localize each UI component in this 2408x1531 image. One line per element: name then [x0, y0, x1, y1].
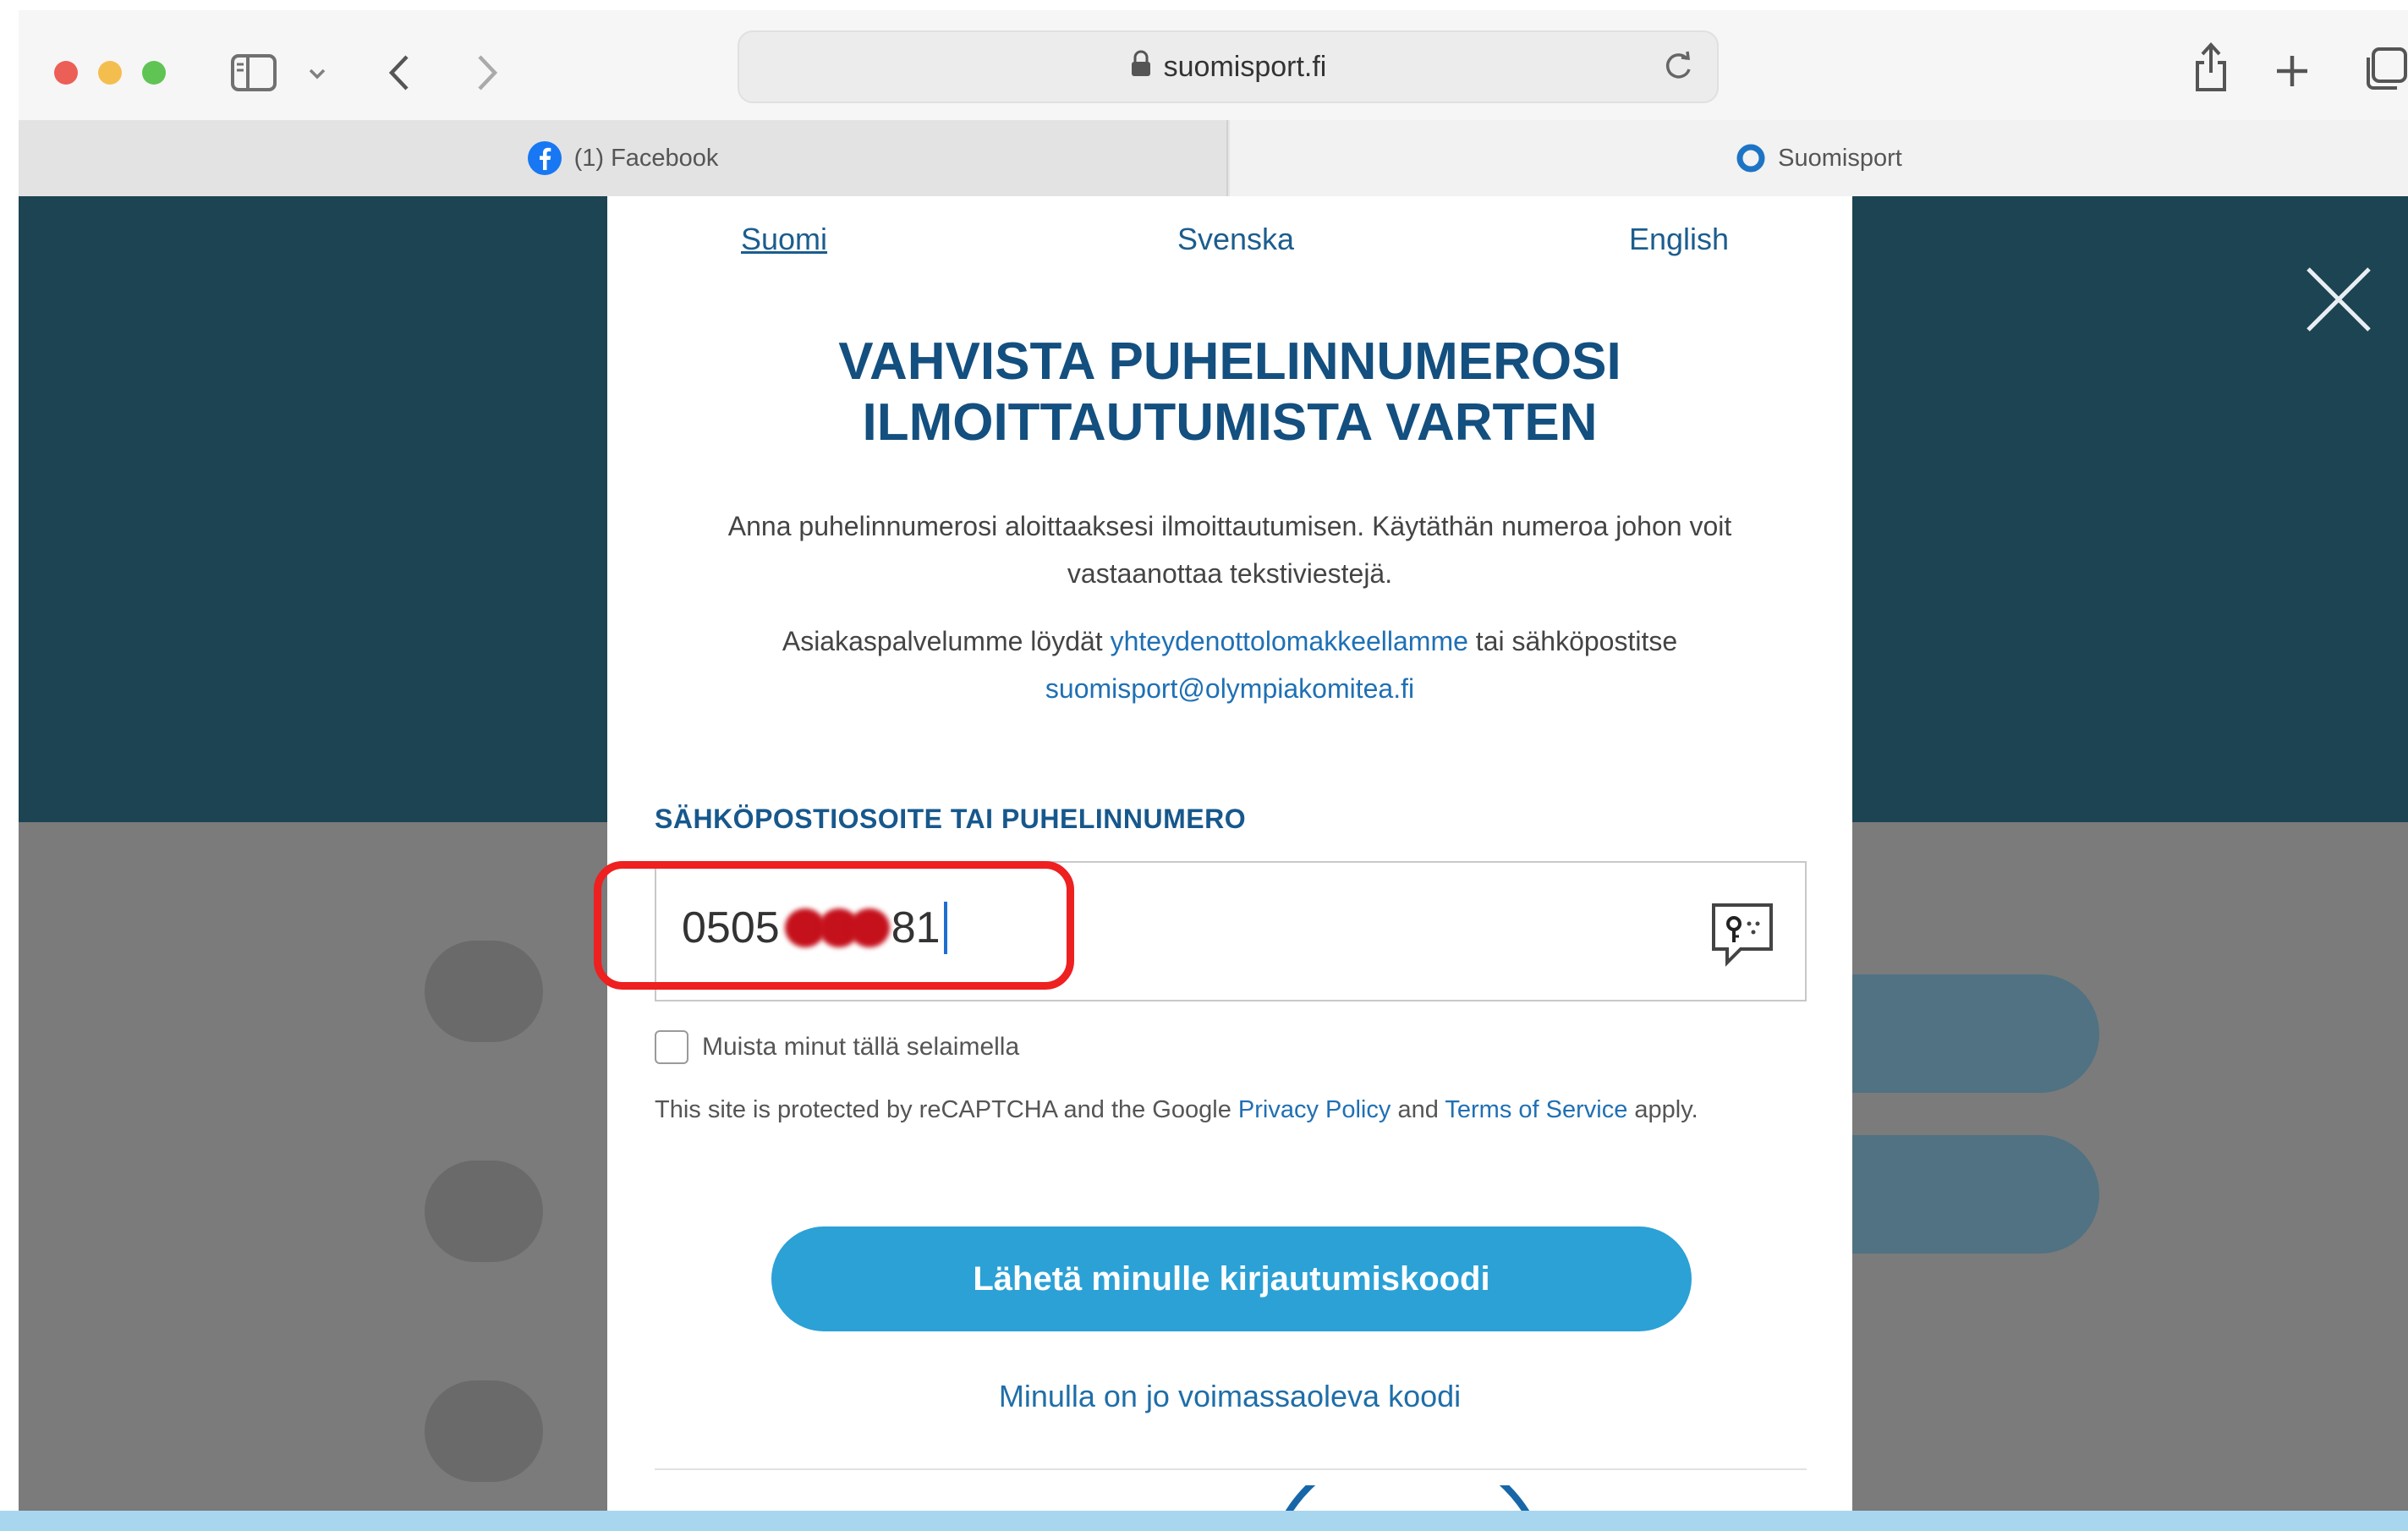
- recaptcha-and: and: [1397, 1096, 1439, 1123]
- url-text: suomisport.fi: [1163, 50, 1327, 83]
- facebook-icon: [527, 140, 562, 176]
- back-icon[interactable]: [382, 49, 416, 96]
- tab-facebook[interactable]: (1) Facebook: [19, 120, 1228, 196]
- support-middle: tai sähköpostitse: [1475, 626, 1678, 656]
- existing-code-link[interactable]: Minulla on jo voimassaoleva koodi: [607, 1379, 1852, 1414]
- close-window-button[interactable]: [54, 61, 78, 85]
- tab-suomisport[interactable]: Suomisport: [1230, 120, 2408, 196]
- zoom-window-button[interactable]: [142, 61, 166, 85]
- annotation-highlight: [594, 861, 1074, 990]
- tab-label: (1) Facebook: [573, 144, 719, 172]
- tab-overview-icon[interactable]: [2361, 44, 2408, 95]
- support-text: Asiakaspalvelumme löydät yhteydenottolom…: [658, 617, 1802, 712]
- blurred-background-element: [425, 941, 543, 1042]
- language-link-english[interactable]: English: [1629, 222, 1729, 257]
- minimize-window-button[interactable]: [98, 61, 122, 85]
- modal-title: VAHVISTA PUHELINNUMEROSI ILMOITTAUTUMIST…: [607, 332, 1852, 453]
- send-login-code-button[interactable]: Lähetä minulle kirjautumiskoodi: [771, 1226, 1692, 1331]
- terms-of-service-link[interactable]: Terms of Service: [1445, 1096, 1627, 1123]
- modal-title-line: ILMOITTAUTUMISTA VARTEN: [862, 393, 1598, 452]
- new-tab-icon[interactable]: [2268, 47, 2316, 95]
- sidebar-toggle-icon[interactable]: [230, 49, 277, 96]
- password-key-icon[interactable]: [1707, 898, 1778, 969]
- contact-form-link[interactable]: yhteydenottolomakkeellamme: [1111, 626, 1468, 656]
- privacy-policy-link[interactable]: Privacy Policy: [1238, 1096, 1391, 1123]
- login-modal: Suomi Svenska English VAHVISTA PUHELINNU…: [594, 196, 1852, 1531]
- recaptcha-text: This site is protected by reCAPTCHA and …: [655, 1096, 1231, 1123]
- tab-bar: (1) Facebook Suomisport: [19, 120, 2408, 197]
- bottom-strip: [0, 1511, 2408, 1531]
- browser-toolbar: suomisport.fi: [19, 10, 2408, 120]
- chevron-down-icon[interactable]: [304, 61, 330, 86]
- language-link-suomi[interactable]: Suomi: [741, 222, 827, 257]
- reload-icon[interactable]: [1659, 47, 1697, 85]
- divider: [655, 1468, 1807, 1470]
- language-selector: Suomi Svenska English: [607, 222, 1852, 272]
- login-field-label: SÄHKÖPOSTIOSOITE TAI PUHELINNUMERO: [655, 804, 1247, 834]
- remember-me-checkbox[interactable]: [655, 1030, 688, 1064]
- forward-icon[interactable]: [470, 49, 504, 96]
- modal-title-line: VAHVISTA PUHELINNUMEROSI: [838, 332, 1621, 391]
- tab-label: Suomisport: [1778, 144, 1902, 172]
- lock-icon: [1130, 50, 1152, 85]
- blurred-background-element: [425, 1380, 543, 1482]
- blurred-background-element: [425, 1161, 543, 1262]
- language-link-svenska[interactable]: Svenska: [1177, 222, 1294, 257]
- support-prefix: Asiakaspalvelumme löydät: [782, 626, 1103, 656]
- share-icon[interactable]: [2186, 36, 2236, 98]
- recaptcha-suffix: apply.: [1634, 1096, 1698, 1123]
- browser-window: suomisport.fi (1) Facebook Suomisport Su…: [19, 10, 2408, 1531]
- close-icon[interactable]: [2303, 264, 2374, 335]
- web-page: Suomi Svenska English VAHVISTA PUHELINNU…: [19, 196, 2408, 1531]
- support-email-link[interactable]: suomisport@olympiakomitea.fi: [1045, 673, 1414, 704]
- recaptcha-notice: This site is protected by reCAPTCHA and …: [655, 1096, 1698, 1124]
- suomisport-favicon-icon: [1736, 143, 1766, 173]
- address-bar[interactable]: suomisport.fi: [738, 30, 1719, 103]
- intro-text: Anna puhelinnumerosi aloittaaksesi ilmoi…: [727, 511, 1732, 589]
- remember-me-label[interactable]: Muista minut tällä selaimella: [702, 1030, 1019, 1064]
